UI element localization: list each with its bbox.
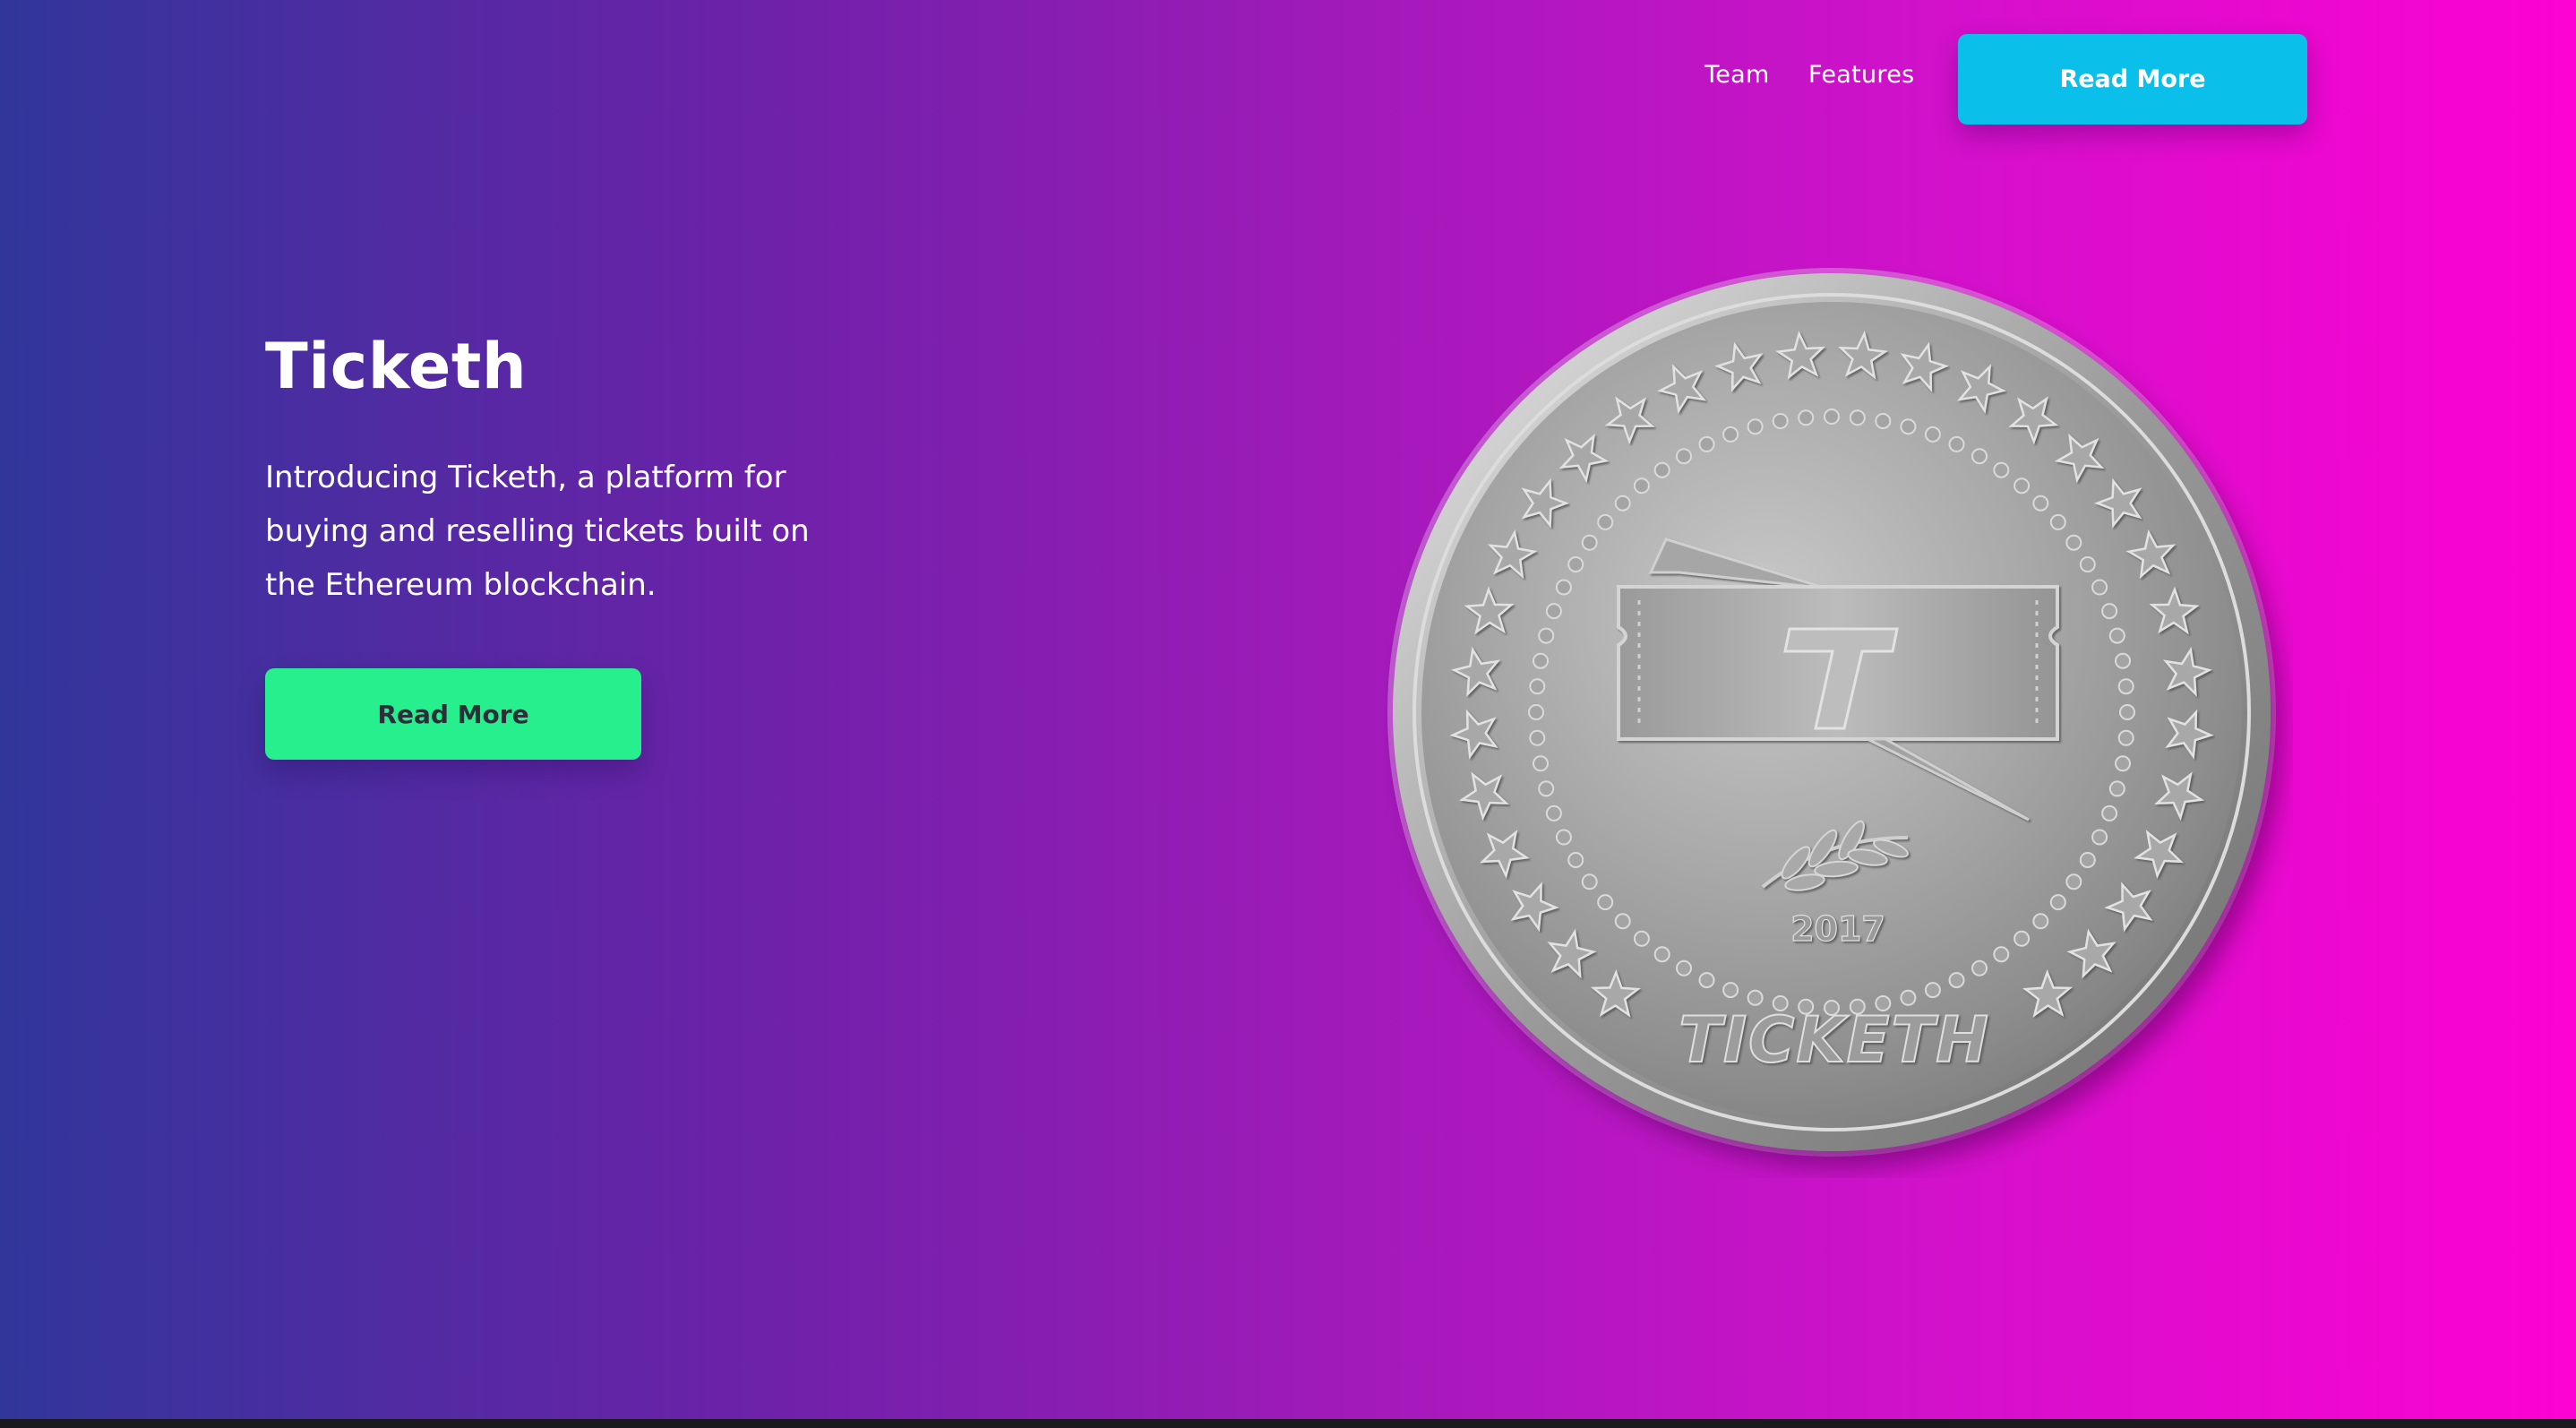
coin-bead-ornament bbox=[1597, 894, 1614, 911]
coin-bead-ornament bbox=[2091, 829, 2108, 846]
coin-bead-ornament bbox=[1529, 678, 1546, 695]
coin-bead-ornament bbox=[1824, 409, 1840, 425]
coin-bead-ornament bbox=[1924, 982, 1941, 999]
coin-bead-ornament bbox=[1614, 495, 1631, 512]
coin-bead-ornament bbox=[1528, 704, 1544, 720]
coin-bead-ornament bbox=[2079, 556, 2096, 572]
coin-bead-ornament bbox=[1653, 461, 1670, 478]
hero-read-more-button[interactable]: Read More bbox=[265, 668, 641, 760]
coin-bead-ornament bbox=[2091, 579, 2108, 596]
coin-bead-ornament bbox=[1722, 982, 1739, 999]
coin-bead-ornament bbox=[1747, 418, 1764, 435]
hero-title: Ticketh bbox=[265, 330, 528, 403]
coin-bead-ornament bbox=[1948, 972, 1965, 989]
coin-bead-ornament bbox=[2014, 477, 2031, 495]
coin-bead-ornament bbox=[1698, 435, 1715, 452]
nav-link-features[interactable]: Features bbox=[1808, 61, 1915, 89]
coin-bead-ornament bbox=[2108, 627, 2125, 644]
coin-bead-ornament bbox=[1993, 461, 2010, 478]
coin-bead-ornament bbox=[1722, 426, 1739, 443]
coin-bead-ornament bbox=[1533, 755, 1549, 772]
coin-bead-ornament bbox=[1971, 959, 1988, 976]
coin-bead-ornament bbox=[1545, 603, 1562, 620]
coin-bead-ornament bbox=[1849, 409, 1866, 426]
coin-bead-ornament bbox=[1676, 959, 1692, 976]
coin-bead-ornament bbox=[1533, 652, 1549, 669]
coin-bead-ornament bbox=[1633, 477, 1650, 495]
coin-bead-ornament bbox=[1567, 852, 1584, 868]
coin-bead-ornament bbox=[1581, 534, 1598, 551]
coin-bead-ornament bbox=[2014, 930, 2031, 947]
coin-bead-ornament bbox=[2115, 652, 2131, 669]
coin-bead-ornament bbox=[2117, 678, 2134, 695]
coin-bead-ornament bbox=[2049, 894, 2066, 911]
coin-bead-ornament bbox=[1567, 556, 1584, 572]
coin-bead-ornament bbox=[1581, 873, 1598, 890]
coin-bead-ornament bbox=[1993, 946, 2010, 963]
coin-bead-ornament bbox=[2108, 780, 2125, 797]
bottom-divider bbox=[0, 1419, 2576, 1428]
coin-bead-ornament bbox=[1633, 930, 1650, 947]
coin-bead-ornament bbox=[1529, 729, 1546, 746]
coin-bead-ornament bbox=[2032, 913, 2049, 930]
coin-bead-ornament bbox=[2101, 804, 2118, 822]
coin-year: 2017 bbox=[1790, 909, 1885, 949]
nav-link-team[interactable]: Team bbox=[1704, 61, 1770, 89]
coin-bead-ornament bbox=[1555, 829, 1572, 846]
coin-bead-ornament bbox=[2049, 513, 2066, 530]
hero-section: Team Features Read More Ticketh Introduc… bbox=[0, 0, 2576, 1419]
ticketh-coin-image: 2017 TICKETH bbox=[1387, 268, 2276, 1157]
coin-bead-ornament bbox=[1772, 413, 1789, 429]
coin-brand-text: TICKETH bbox=[1679, 1003, 1990, 1077]
hero-description: Introducing Ticketh, a platform for buyi… bbox=[265, 460, 810, 603]
coin-bead-ornament bbox=[1875, 413, 1892, 429]
coin-bead-ornament bbox=[1798, 409, 1815, 426]
coin-bead-ornament bbox=[1545, 804, 1562, 822]
coin-bead-ornament bbox=[2117, 729, 2134, 746]
coin-bead-ornament bbox=[1971, 448, 1988, 465]
coin-bead-ornament bbox=[2065, 873, 2082, 890]
coin-bead-ornament bbox=[1538, 627, 1555, 644]
coin-bead-ornament bbox=[1924, 426, 1941, 443]
coin-bead-ornament bbox=[1653, 946, 1670, 963]
coin-bead-ornament bbox=[2101, 603, 2118, 620]
coin-bead-ornament bbox=[1614, 913, 1631, 930]
coin-bead-ornament bbox=[1597, 513, 1614, 530]
coin-bead-ornament bbox=[1555, 579, 1572, 596]
coin-bead-ornament bbox=[1698, 972, 1715, 989]
coin-bead-ornament bbox=[2065, 534, 2082, 551]
coin-bead-ornament bbox=[2119, 704, 2135, 720]
coin-bead-ornament bbox=[2115, 755, 2131, 772]
coin-bead-ornament bbox=[1948, 435, 1965, 452]
coin-bead-ornament bbox=[1538, 780, 1555, 797]
coin-bead-ornament bbox=[2079, 852, 2096, 868]
coin-bead-ornament bbox=[1676, 448, 1692, 465]
nav-read-more-button[interactable]: Read More bbox=[1958, 34, 2307, 125]
coin-bead-ornament bbox=[1900, 418, 1917, 435]
coin-bead-ornament bbox=[2032, 495, 2049, 512]
